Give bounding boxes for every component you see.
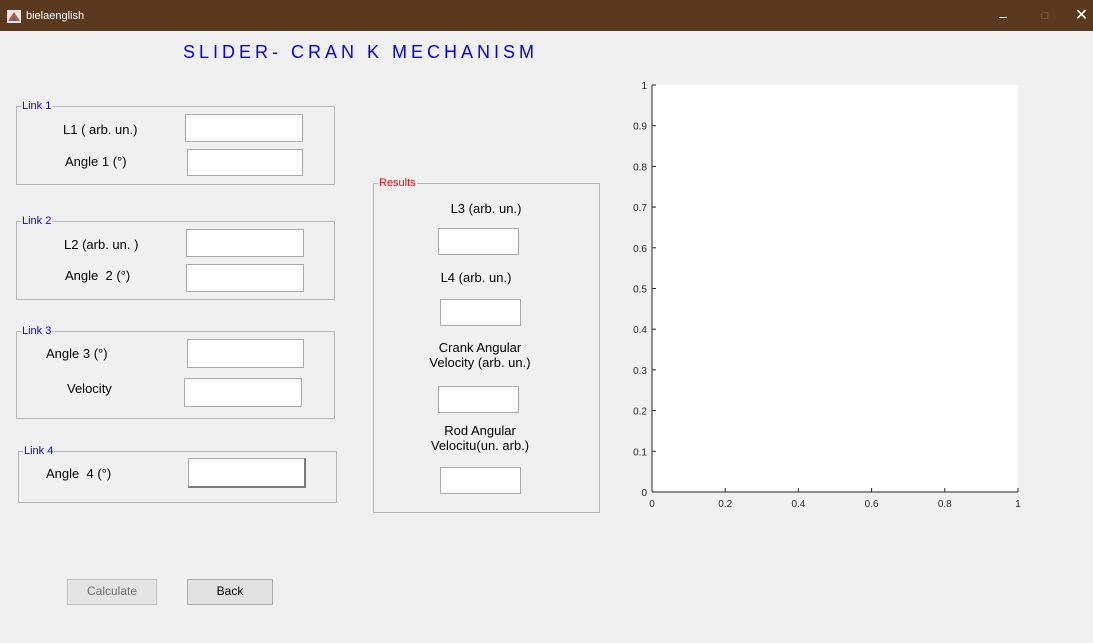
minimize-button[interactable]: – [988, 6, 1018, 26]
angle4-label: Angle 4 (°) [46, 466, 112, 481]
x-tick-label: 0.2 [718, 499, 732, 510]
y-tick-label: 0.6 [633, 244, 647, 255]
crank-velocity-label-line2: Velocity (arb. un.) [429, 355, 531, 370]
l4-result-field [440, 299, 521, 326]
x-tick-label: 1 [1015, 499, 1021, 510]
link4-legend: Link 4 [23, 445, 55, 457]
x-tick-label: 0.4 [791, 499, 805, 510]
l1-input[interactable] [185, 114, 303, 142]
y-tick-label: 0.5 [633, 285, 647, 296]
y-tick-label: 1 [641, 81, 647, 92]
angle2-input[interactable] [186, 264, 304, 292]
x-tick-label: 0.8 [938, 499, 952, 510]
angle1-label: Angle 1 (°) [65, 154, 127, 169]
angle4-input[interactable] [188, 458, 306, 488]
x-tick-label: 0 [649, 499, 655, 510]
matlab-icon [7, 10, 21, 23]
crank-velocity-label-line1: Crank Angular [438, 340, 522, 355]
y-tick-label: 0 [641, 488, 647, 499]
maximize-button[interactable]: □ [1030, 6, 1060, 26]
x-tick-label: 0.6 [865, 499, 879, 510]
rod-velocity-field [440, 467, 521, 494]
y-tick-label: 0.7 [633, 203, 647, 214]
link1-legend: Link 1 [21, 100, 53, 112]
y-tick-label: 0.4 [633, 325, 647, 336]
chart-axes: 0 0.2 0.4 0.6 0.8 1 0 0.1 0.2 0.3 0.4 0.5 0.6 0.7 0.8 0… [633, 81, 1021, 510]
results-legend: Results [378, 177, 417, 189]
page-title: SLIDER- CRAN K MECHANISM [183, 42, 539, 62]
y-tick-label: 0.3 [633, 366, 647, 377]
crank-velocity-field [438, 386, 519, 413]
l2-input[interactable] [186, 229, 304, 257]
angle3-label: Angle 3 (°) [46, 346, 108, 361]
window-title: bielaenglish [26, 10, 85, 22]
l3-result-field [438, 228, 519, 255]
velocity-label: Velocity [67, 381, 112, 396]
title-bar: bielaenglish – □ ✕ [0, 0, 1093, 31]
y-tick-label: 0.8 [633, 162, 647, 173]
y-tick-label: 0.9 [633, 122, 647, 133]
y-tick-label: 0.1 [633, 447, 647, 458]
l4-result-label: L4 (arb. un.) [440, 270, 512, 285]
angle1-input[interactable] [187, 149, 303, 176]
velocity-input[interactable] [184, 378, 302, 407]
angle2-label: Angle 2 (°) [65, 268, 131, 283]
l3-result-label: L3 (arb. un.) [450, 201, 522, 216]
rod-velocity-label-line1: Rod Angular [444, 423, 516, 438]
link3-legend: Link 3 [21, 325, 53, 337]
calculate-button[interactable]: Calculate [67, 579, 157, 605]
y-tick-label: 0.2 [633, 407, 647, 418]
angle3-input[interactable] [187, 339, 304, 368]
l1-label: L1 ( arb. un.) [63, 122, 138, 137]
l2-label: L2 (arb. un. ) [64, 237, 139, 252]
link2-legend: Link 2 [21, 215, 53, 227]
back-button[interactable]: Back [187, 579, 273, 605]
rod-velocity-label-line2: Velocitu(un. arb.) [430, 438, 530, 453]
close-button[interactable]: ✕ [1070, 6, 1093, 26]
